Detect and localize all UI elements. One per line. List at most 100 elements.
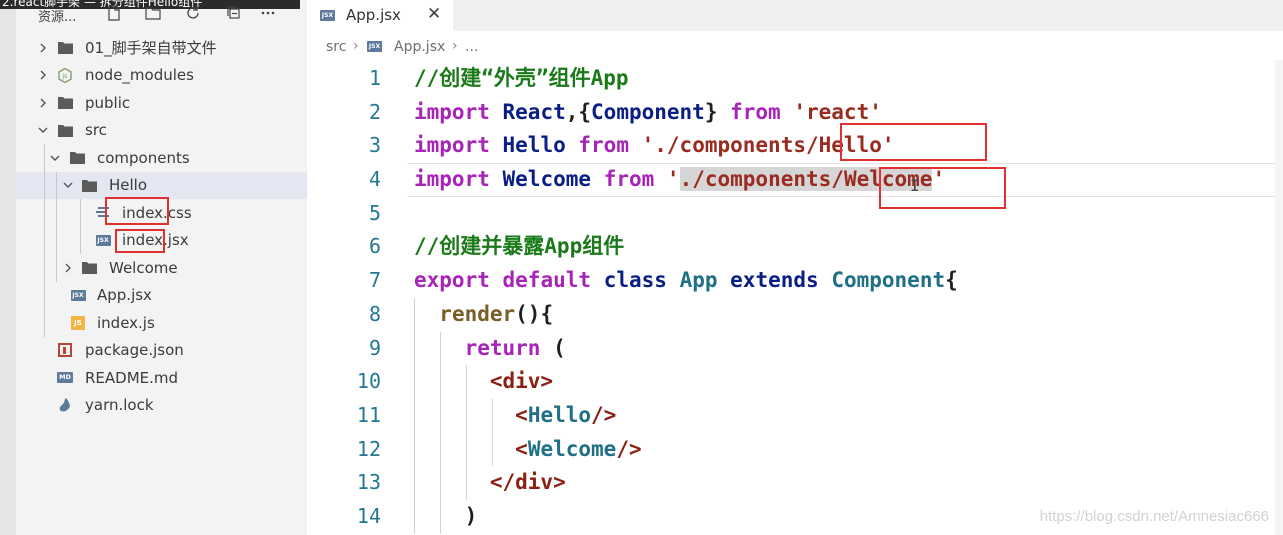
- tree-item-label: src: [85, 121, 107, 140]
- jsx-badge: JSX: [367, 41, 382, 52]
- tree-item-public[interactable]: public: [16, 89, 307, 117]
- code-token: Component: [591, 99, 705, 124]
- tree-item-label: Welcome: [109, 258, 178, 277]
- new-file-icon[interactable]: [104, 3, 124, 23]
- line-number: 3: [368, 133, 381, 158]
- code-token: (){: [515, 301, 554, 326]
- code-token: './components/Hello': [641, 133, 895, 158]
- tree-item-index-css[interactable]: index.css: [16, 199, 307, 227]
- tree-item-scaffold-folder[interactable]: 01_脚手架自带文件: [16, 34, 307, 62]
- code-line[interactable]: 9 return (: [307, 331, 1283, 366]
- code-line[interactable]: 4 import Welcome from './components/Welco…: [307, 163, 1283, 197]
- refresh-icon[interactable]: [183, 3, 203, 23]
- code-token: from: [578, 133, 629, 158]
- chevron-right-icon: [36, 41, 50, 55]
- tree-item-readme[interactable]: MD README.md: [16, 364, 307, 392]
- code-token: import: [414, 99, 490, 124]
- tree-item-node-modules[interactable]: js node_modules: [16, 62, 307, 90]
- code-token: from: [603, 167, 655, 192]
- code-line[interactable]: 7 export default class App extends Compon…: [307, 264, 1283, 298]
- code-token: extends: [730, 268, 819, 293]
- indent-guide: [56, 199, 57, 227]
- code-token: (: [540, 335, 566, 360]
- tree-item-components[interactable]: components: [16, 144, 307, 172]
- indent-guide: [44, 226, 45, 254]
- code-line[interactable]: 2 import React,{Component} from 'react': [307, 96, 1283, 130]
- code-text: <Welcome/>: [414, 433, 641, 467]
- tree-item-app-jsx[interactable]: JSX App.jsx: [16, 281, 307, 309]
- code-area[interactable]: 1 //创建“外壳”组件App 2 import React,{Component} …: [307, 62, 1283, 534]
- indent-guide: [44, 199, 45, 227]
- code-line[interactable]: 10 <div>: [307, 365, 1283, 399]
- breadcrumb-more[interactable]: ...: [465, 39, 478, 55]
- tree-item-label: index.css: [122, 203, 192, 222]
- code-text: import Welcome from './components/Welcom…: [414, 163, 945, 197]
- code-text: <Hello/>: [414, 399, 616, 433]
- line-number: 9: [368, 335, 381, 360]
- indent-guide: [56, 171, 57, 199]
- tree-item-label: README.md: [85, 368, 179, 387]
- jsx-file-icon: JSX: [367, 41, 382, 52]
- tree-item-label: public: [85, 93, 131, 112]
- tree-item-label: App.jsx: [97, 286, 152, 305]
- jsx-badge: JSX: [95, 234, 111, 246]
- indent-guide: [44, 144, 45, 172]
- code-line[interactable]: 3 import Hello from './components/Hello': [307, 129, 1283, 163]
- breadcrumb-src[interactable]: src: [326, 39, 346, 55]
- code-line[interactable]: 13 </div>: [307, 466, 1283, 500]
- jsx-file-icon: JSX: [320, 10, 335, 21]
- code-text: import Hello from './components/Hello': [414, 129, 895, 163]
- breadcrumb-file[interactable]: App.jsx: [394, 39, 445, 55]
- nodejs-folder-icon: js: [57, 67, 73, 83]
- code-token: React: [502, 99, 566, 124]
- tree-item-src[interactable]: src: [16, 117, 307, 145]
- code-token: class: [603, 268, 667, 293]
- tree-item-label: index.js: [97, 313, 155, 332]
- chevron-right-icon: [36, 68, 50, 82]
- indent-guide: [80, 226, 81, 254]
- indent-guide: [56, 254, 57, 282]
- chevron-down-icon: [36, 123, 50, 137]
- code-token: <: [515, 402, 528, 427]
- code-token: import: [414, 133, 490, 158]
- tab-app-jsx[interactable]: JSX App.jsx ✕: [307, 0, 453, 31]
- code-text: import React,{Component} from 'react': [414, 96, 882, 130]
- tree-item-yarn-lock[interactable]: yarn.lock: [16, 392, 307, 420]
- line-number: 6: [368, 234, 381, 259]
- close-icon[interactable]: ✕: [427, 4, 441, 24]
- tree-item-hello-folder[interactable]: Hello: [16, 171, 307, 199]
- code-line[interactable]: 8 render(){: [307, 297, 1283, 332]
- code-token: Component: [831, 268, 946, 293]
- tree-item-index-js[interactable]: JS index.js: [16, 309, 307, 337]
- tree-item-index-jsx[interactable]: JSX index.jsx: [16, 226, 307, 254]
- line-number: 11: [356, 402, 381, 427]
- editor-scrollbar[interactable]: [1275, 60, 1283, 535]
- code-line[interactable]: 11 <Hello/>: [307, 398, 1283, 433]
- code-line[interactable]: 5: [307, 197, 1283, 231]
- code-text: <div>: [414, 365, 553, 399]
- code-line[interactable]: 12 <Welcome/>: [307, 432, 1283, 467]
- folder-icon: [57, 40, 73, 56]
- more-actions-icon[interactable]: [258, 3, 278, 23]
- code-text: export default class App extends Compone…: [414, 264, 958, 298]
- code-line[interactable]: 6 //创建并暴露App组件: [307, 230, 1283, 264]
- chevron-down-icon: [48, 151, 62, 165]
- tree-item-package-json[interactable]: package.json: [16, 337, 307, 365]
- new-folder-icon[interactable]: [143, 3, 163, 23]
- collapse-all-icon[interactable]: [224, 3, 244, 23]
- tree-item-welcome-folder[interactable]: Welcome: [16, 254, 307, 282]
- code-line[interactable]: 1 //创建“外壳”组件App: [307, 62, 1283, 96]
- code-token: }: [704, 99, 731, 124]
- folder-open-icon: [57, 122, 73, 138]
